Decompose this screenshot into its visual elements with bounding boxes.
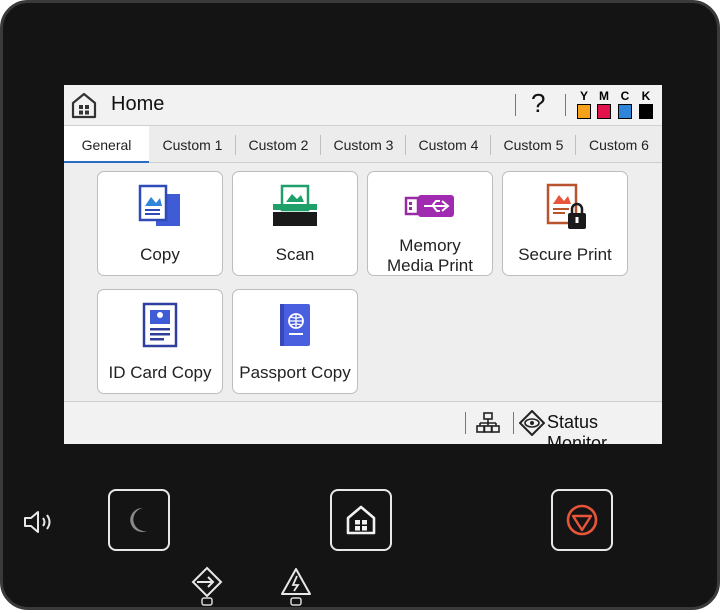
id-card-icon xyxy=(98,300,222,350)
passport-copy-tile[interactable]: Passport Copy xyxy=(232,289,358,394)
divider xyxy=(465,412,466,434)
divider xyxy=(515,94,516,116)
sleep-button[interactable] xyxy=(108,489,170,551)
help-button[interactable]: ? xyxy=(531,88,545,119)
ink-swatch xyxy=(597,104,611,119)
tab-custom-6[interactable]: Custom 6 xyxy=(576,126,662,163)
ink-level-black[interactable]: K xyxy=(638,89,654,119)
tile-label-line1: Memory xyxy=(399,236,461,255)
page-title: Home xyxy=(111,93,165,115)
tile-label: ID Card Copy xyxy=(108,363,212,382)
top-bar: Home ? Y M C K xyxy=(64,85,662,125)
tab-custom-2[interactable]: Custom 2 xyxy=(236,126,321,163)
moon-icon xyxy=(130,507,147,532)
tile-label: Secure Print xyxy=(518,245,612,264)
home-icon xyxy=(346,505,376,535)
tab-custom-1[interactable]: Custom 1 xyxy=(150,126,235,163)
stop-icon xyxy=(566,504,598,536)
copy-tile[interactable]: Copy xyxy=(97,171,223,276)
tab-general[interactable]: General xyxy=(64,126,149,163)
home-hardware-button[interactable] xyxy=(330,489,392,551)
touch-screen: Home ? Y M C K General Custom 1 Custom 2… xyxy=(64,85,662,444)
ink-label: Y xyxy=(579,89,588,103)
id-card-copy-tile[interactable]: ID Card Copy xyxy=(97,289,223,394)
passport-icon xyxy=(233,300,357,350)
ink-label: M xyxy=(599,89,609,103)
ink-swatch xyxy=(577,104,591,119)
usb-icon xyxy=(368,182,492,232)
scan-icon xyxy=(233,182,357,232)
ink-label: C xyxy=(620,89,630,103)
ink-swatch xyxy=(639,104,653,119)
divider xyxy=(565,94,566,116)
memory-media-print-tile[interactable]: Memory Media Print xyxy=(367,171,493,276)
printer-bezel: Home ? Y M C K General Custom 1 Custom 2… xyxy=(0,0,720,610)
tab-custom-4[interactable]: Custom 4 xyxy=(406,126,491,163)
ink-swatch xyxy=(618,104,632,119)
warning-icon xyxy=(279,567,313,613)
secure-print-tile[interactable]: Secure Print xyxy=(502,171,628,276)
speaker-icon xyxy=(23,509,57,540)
ink-level-magenta[interactable]: M xyxy=(596,89,612,119)
status-bar: Status Monitor xyxy=(64,401,662,444)
ink-level-yellow[interactable]: Y xyxy=(576,89,592,119)
network-icon[interactable] xyxy=(476,412,500,439)
stop-button[interactable] xyxy=(551,489,613,551)
secure-print-icon xyxy=(503,182,627,232)
eye-icon[interactable] xyxy=(518,409,546,441)
tab-bar: General Custom 1 Custom 2 Custom 3 Custo… xyxy=(64,125,662,163)
tile-label: Scan xyxy=(275,245,315,264)
tab-custom-3[interactable]: Custom 3 xyxy=(321,126,406,163)
tile-label: Copy xyxy=(140,245,180,264)
home-icon[interactable] xyxy=(70,91,98,119)
scan-tile[interactable]: Scan xyxy=(232,171,358,276)
ink-level-cyan[interactable]: C xyxy=(617,89,633,119)
divider xyxy=(513,412,514,434)
status-monitor-button[interactable]: Status Monitor xyxy=(547,412,662,444)
tab-custom-5[interactable]: Custom 5 xyxy=(491,126,576,163)
data-in-icon xyxy=(189,566,225,613)
tile-label-line2: Media Print xyxy=(387,256,473,275)
ink-label: K xyxy=(641,89,651,103)
copy-icon xyxy=(98,182,222,232)
tile-label: Passport Copy xyxy=(239,363,351,382)
